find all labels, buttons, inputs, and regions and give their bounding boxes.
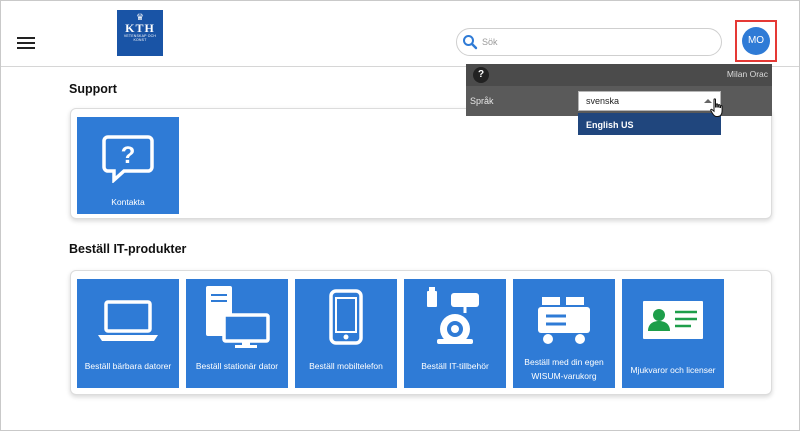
tile-label: Beställ med din egen WISUM-varukorg [524,357,604,381]
tile-label: Beställ mobiltelefon [309,361,383,371]
language-label: Språk [470,96,494,106]
cart-icon [538,297,590,344]
tile-stationar-dator[interactable]: Beställ stationär dator [186,279,288,388]
user-name: Milan Orac [726,69,768,79]
language-select[interactable]: svenska [578,91,721,111]
tile-mjukvaror-licenser[interactable]: Mjukvaror och licenser [622,279,724,388]
logo-text: KTH [125,21,155,35]
tile-label: Kontakta [111,197,145,207]
section-title-support: Support [69,82,117,96]
tile-it-tillbehor[interactable]: Beställ IT-tillbehör [404,279,506,388]
section-title-it-products: Beställ IT-produkter [69,242,187,256]
tile-kontakta[interactable]: ? Kontakta [77,117,179,214]
kth-logo[interactable]: ♛ KTH VETENSKAP OCH KONST [117,10,163,56]
desktop-computer-icon [206,286,270,348]
language-selected-value: svenska [586,96,620,106]
laptop-icon [98,300,158,341]
search-box [456,28,722,56]
mobile-phone-icon [329,289,363,345]
tile-label: Beställ stationär dator [195,361,279,371]
hamburger-menu-icon[interactable] [17,37,35,49]
it-products-panel: Beställ bärbara datorer Beställ stationä… [70,270,772,395]
tile-barbara-datorer[interactable]: Beställ bärbara datorer [77,279,179,388]
user-menu-header: ? Milan Orac [466,64,772,86]
accessories-icon [427,287,479,344]
license-card-icon [643,301,703,339]
tile-label: Beställ bärbara datorer [84,361,172,371]
tile-mobiltelefon[interactable]: Beställ mobiltelefon [295,279,397,388]
search-input[interactable] [482,34,712,50]
user-avatar-button[interactable]: MO [742,27,770,55]
chat-question-icon: ? [102,135,154,183]
hand-pointer-cursor-icon [710,98,723,117]
avatar-highlight: MO [735,20,777,62]
top-header: ♛ KTH VETENSKAP OCH KONST MO [1,1,799,67]
tile-label: Mjukvaror och licenser [630,365,716,375]
tile-wisum-varukorg[interactable]: Beställ med din egen WISUM-varukorg [513,279,615,388]
help-icon[interactable]: ? [473,67,489,83]
logo-subtext: VETENSKAP OCH KONST [123,34,157,42]
user-menu-dropdown: ? Milan Orac Språk svenska [466,64,772,116]
language-option-english[interactable]: English US [578,113,721,135]
tile-label: Beställ IT-tillbehör [421,361,489,371]
svg-text:?: ? [121,142,136,169]
search-icon[interactable] [462,34,478,50]
